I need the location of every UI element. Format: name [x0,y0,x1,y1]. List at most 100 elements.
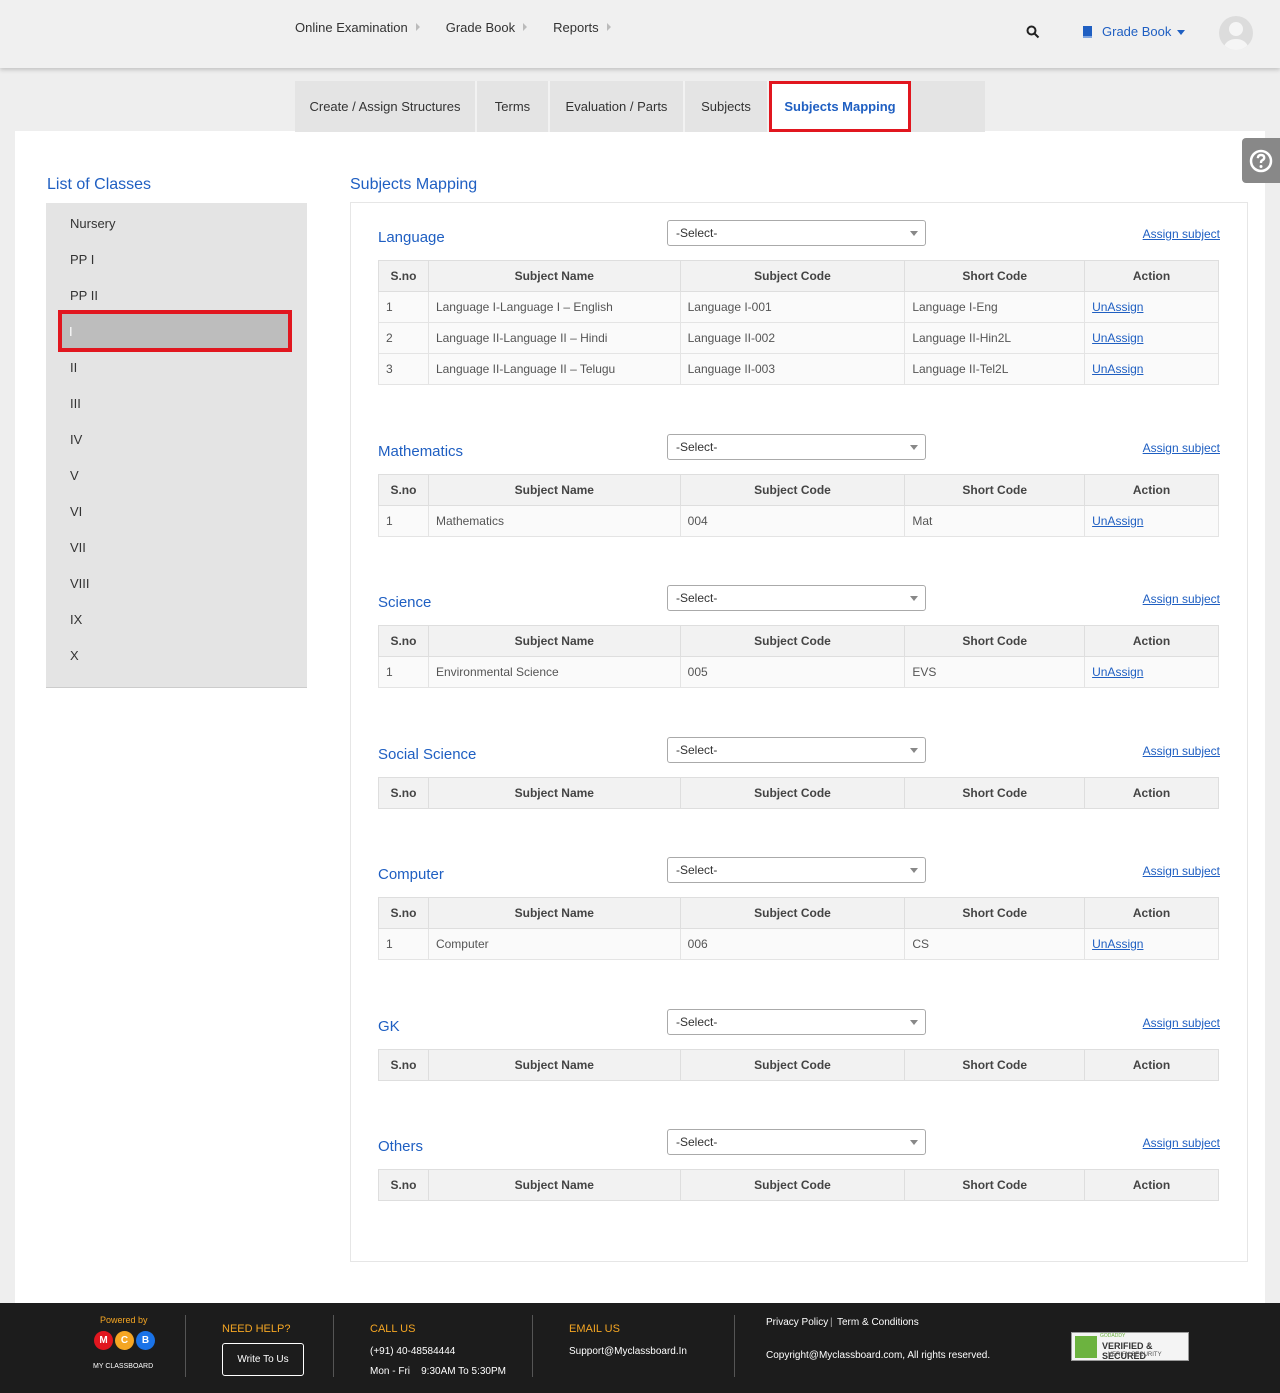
nav-grade-book[interactable]: Grade Book [446,20,528,35]
class-item[interactable]: PP II [70,288,98,303]
tab-subjects-mapping[interactable]: Subjects Mapping [769,81,911,132]
column-header: Action [1084,260,1219,292]
assign-subject-link[interactable]: Assign subject [1143,227,1220,241]
subject-table: S.no Subject Name Subject Code Short Code Ac… [378,474,1219,537]
assign-subject-link[interactable]: Assign subject [1143,1136,1220,1150]
section-title: Computer [378,866,444,883]
privacy-policy-link[interactable]: Privacy Policy [766,1317,828,1328]
security-seal[interactable]: GODADDY VERIFIED & SECURED VERIFY SECURI… [1071,1332,1189,1361]
chevron-down-icon [1177,30,1186,35]
class-item[interactable]: X [70,648,79,663]
subject-select[interactable]: -Select- [667,1009,926,1035]
module-menu[interactable]: Grade Book [1082,24,1186,39]
tab-create-assign-structures[interactable]: Create / Assign Structures [295,81,477,132]
subject-select-value: -Select- [676,1015,718,1029]
subject-select-value: -Select- [676,226,718,240]
powered-by-label: Powered by [100,1315,148,1325]
subject-select[interactable]: -Select- [667,585,926,611]
assign-subject-link[interactable]: Assign subject [1143,864,1220,878]
class-list: Nursery PP I PP II I II III IV V VI VII … [46,203,307,688]
unassign-link[interactable]: UnAssign [1092,937,1143,951]
class-item[interactable]: VI [70,504,82,519]
table-cell: Language I-Eng [904,291,1086,323]
unassign-link[interactable]: UnAssign [1092,300,1143,314]
caret-right-icon [606,22,611,31]
tab-evaluation-parts[interactable]: Evaluation / Parts [550,81,685,132]
subject-table: S.no Subject Name Subject Code Short Code Ac… [378,260,1219,385]
column-header: Subject Code [679,897,906,929]
table-cell: 3 [378,353,429,385]
office-hours: Mon - Fri 9:30AM To 5:30PM [370,1366,506,1377]
class-item[interactable]: IX [70,612,82,627]
top-nav: Online Examination Grade Book Reports [295,20,637,35]
class-item[interactable]: V [70,468,79,483]
footer-divider [734,1315,735,1377]
class-item[interactable]: VII [70,540,86,555]
support-email[interactable]: Support@Myclassboard.In [569,1346,687,1357]
tab-subjects[interactable]: Subjects [685,81,769,132]
help-button[interactable] [1242,138,1280,183]
email-us-heading: EMAIL US [569,1323,620,1335]
logo-letter: B [136,1331,155,1350]
table-cell: Mat [904,505,1086,537]
table-cell: Language II-Tel2L [904,353,1086,385]
action-cell: UnAssign [1084,656,1219,688]
table-header-row: S.no Subject Name Subject Code Short Code Ac… [378,777,1219,809]
user-icon [1224,22,1248,50]
subject-table: S.no Subject Name Subject Code Short Code Ac… [378,897,1219,960]
table-cell: Language II-003 [679,353,906,385]
class-item[interactable]: PP I [70,252,94,267]
unassign-link[interactable]: UnAssign [1092,514,1143,528]
chevron-down-icon [910,445,918,450]
nav-online-examination[interactable]: Online Examination [295,20,420,35]
seal-subtitle: VERIFY SECURITY [1108,1352,1162,1358]
table-header-row: S.no Subject Name Subject Code Short Code Ac… [378,897,1219,929]
class-item[interactable]: III [70,396,81,411]
unassign-link[interactable]: UnAssign [1092,665,1143,679]
subject-select[interactable]: -Select- [667,434,926,460]
seal-brand: GODADDY [1100,1333,1126,1339]
nav-reports[interactable]: Reports [553,20,611,35]
subject-select[interactable]: -Select- [667,737,926,763]
subject-select[interactable]: -Select- [667,857,926,883]
class-item[interactable]: IV [70,432,82,447]
subject-select[interactable]: -Select- [667,1129,926,1155]
table-row: 1 Mathematics 004 Mat UnAssign [378,505,1219,537]
terms-link[interactable]: Term & Conditions [837,1317,919,1328]
column-header: Short Code [904,777,1086,809]
table-cell: Language II-Language II – Hindi [427,322,681,354]
table-cell: Environmental Science [427,656,681,688]
need-help-heading: NEED HELP? [222,1323,291,1335]
write-to-us-button[interactable]: Write To Us [222,1343,304,1376]
action-cell: UnAssign [1084,505,1219,537]
table-cell: 006 [679,928,906,960]
subject-table: S.no Subject Name Subject Code Short Code Ac… [378,1169,1219,1201]
table-cell: EVS [904,656,1086,688]
table-cell: Language I-Language I – English [427,291,681,323]
assign-subject-link[interactable]: Assign subject [1143,592,1220,606]
column-header: S.no [378,777,429,809]
class-item-selected[interactable]: I [58,310,292,352]
assign-subject-link[interactable]: Assign subject [1143,744,1220,758]
class-item[interactable]: II [70,360,77,375]
column-header: Subject Name [427,625,681,657]
subject-select[interactable]: -Select- [667,220,926,246]
mcb-logo: M C B [94,1331,157,1350]
class-item[interactable]: VIII [70,576,90,591]
unassign-link[interactable]: UnAssign [1092,362,1143,376]
column-header: Subject Name [427,777,681,809]
action-cell: UnAssign [1084,353,1219,385]
tab-terms[interactable]: Terms [477,81,550,132]
question-icon [1249,149,1273,172]
chevron-down-icon [910,1140,918,1145]
search-icon[interactable] [1026,25,1040,39]
avatar[interactable] [1219,16,1253,50]
seal-title: VERIFIED & SECURED [1102,1341,1153,1361]
section-title: Mathematics [378,443,464,460]
class-item[interactable]: Nursery [70,216,116,231]
unassign-link[interactable]: UnAssign [1092,331,1143,345]
assign-subject-link[interactable]: Assign subject [1143,1016,1220,1030]
table-cell: CS [904,928,1086,960]
assign-subject-link[interactable]: Assign subject [1143,441,1220,455]
footer-divider [333,1315,334,1377]
